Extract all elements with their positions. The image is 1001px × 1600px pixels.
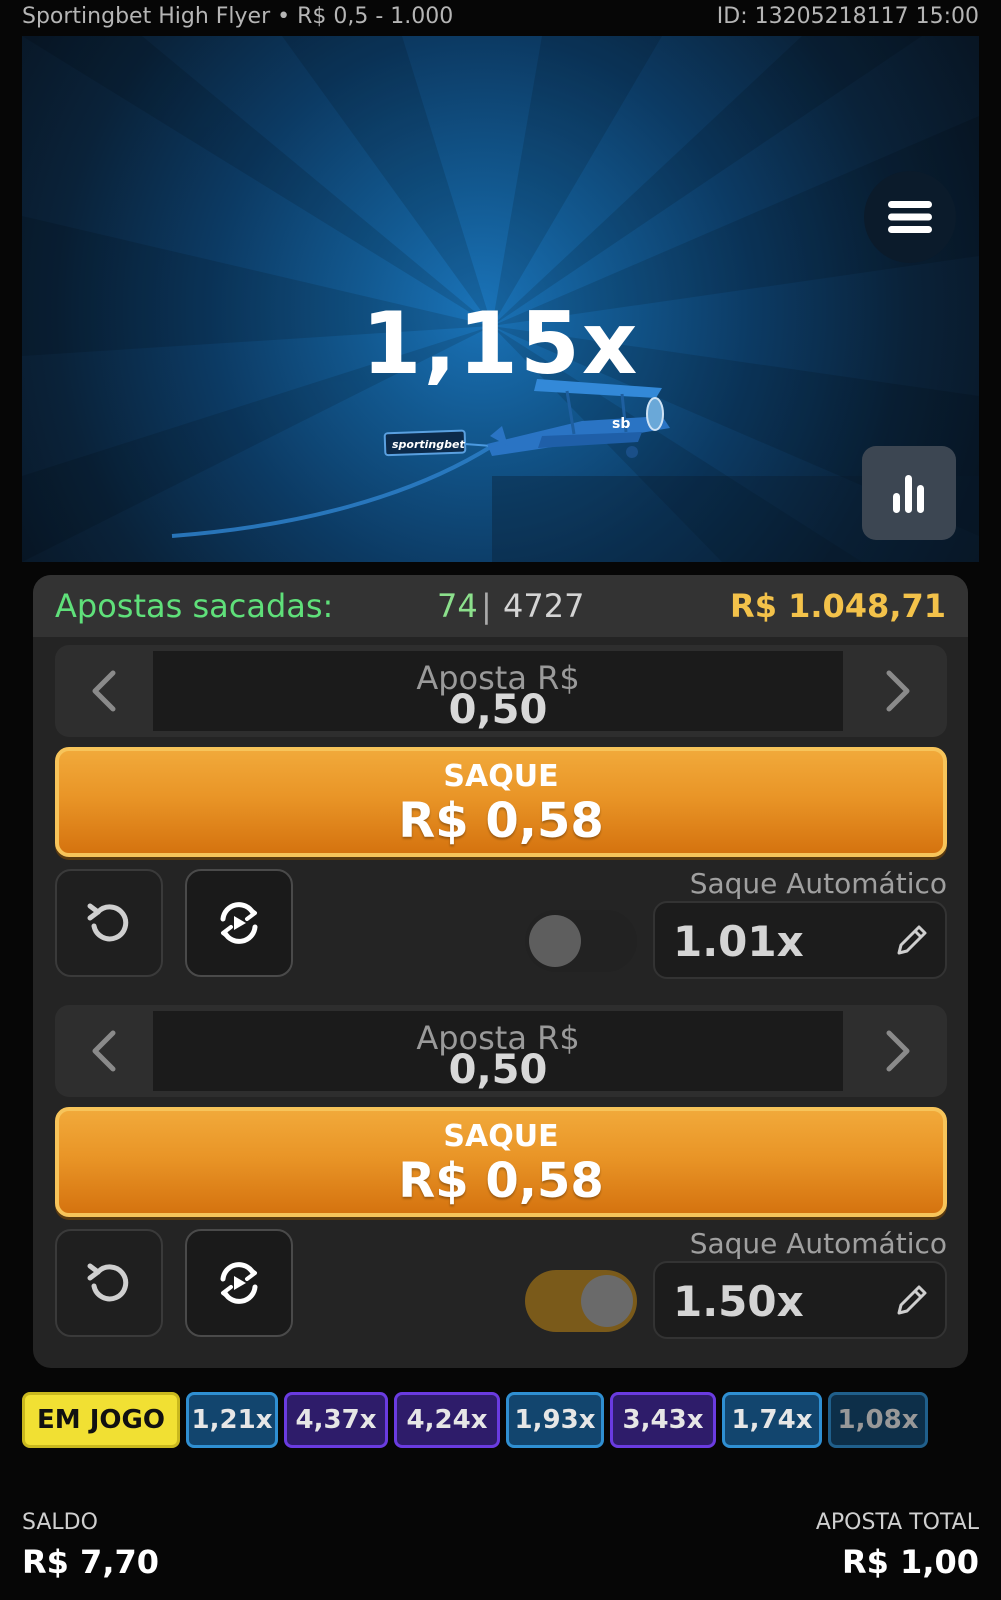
repeat-play-icon [220, 1262, 258, 1304]
auto-cashout-label: Saque Automático [689, 867, 947, 900]
auto-cashout-field[interactable]: 1.50x [653, 1261, 947, 1339]
auto-cashout-label: Saque Automático [689, 1227, 947, 1260]
stake-selector: Aposta R$ 0,50 [55, 1005, 947, 1097]
history-chip: 4,37x [284, 1392, 388, 1448]
game-title: Sportingbet High Flyer • R$ 0,5 - 1.000 [22, 3, 454, 29]
increase-stake-button[interactable] [849, 1005, 947, 1097]
auto-cashout-toggle[interactable] [525, 910, 637, 972]
game-canvas: 1,15x sportingbet sb [22, 36, 979, 562]
balance-value: R$ 7,70 [22, 1543, 159, 1581]
cashout-button[interactable]: SAQUE R$ 0,58 [55, 747, 947, 857]
plane-banner-text: sportingbet [392, 438, 465, 451]
total-bet-value: R$ 1,00 [842, 1543, 979, 1581]
history-chip: 1,74x [722, 1392, 822, 1448]
stake-value: 0,50 [448, 687, 548, 733]
cashout-title: SAQUE [443, 759, 559, 794]
cashout-amount: R$ 0,58 [398, 1153, 604, 1209]
top-info-bar: Sportingbet High Flyer • R$ 0,5 - 1.000 … [0, 0, 1001, 32]
cashed-count: 74 [437, 587, 478, 625]
hamburger-menu-icon [888, 201, 932, 233]
bet-panel: Apostas sacadas: 74 | 4727 R$ 1.048,71 A… [33, 575, 968, 1368]
total-bet-label: APOSTA TOTAL [815, 1510, 979, 1535]
decrease-stake-button[interactable] [55, 645, 153, 737]
total-bets-count: 4727 [503, 587, 585, 625]
chevron-right-icon [886, 1030, 910, 1072]
auto-play-button[interactable] [185, 1229, 293, 1337]
chevron-left-icon [92, 1030, 116, 1072]
auto-cashout-toggle[interactable] [525, 1270, 637, 1332]
cashout-button[interactable]: SAQUE R$ 0,58 [55, 1107, 947, 1217]
auto-cashout-value: 1.01x [673, 917, 804, 966]
increase-stake-button[interactable] [849, 645, 947, 737]
undo-icon [87, 1263, 129, 1302]
history-chip: 1,08x [828, 1392, 928, 1448]
plane-logo-text: sb [612, 416, 630, 432]
cashout-amount: R$ 0,58 [398, 793, 604, 849]
chevron-right-icon [886, 670, 910, 712]
history-chip: 1,93x [506, 1392, 604, 1448]
history-chip: 4,24x [394, 1392, 500, 1448]
history-chip: 3,43x [610, 1392, 716, 1448]
undo-button[interactable] [55, 1229, 163, 1337]
balance-block: SALDO R$ 7,70 [22, 1510, 159, 1581]
decrease-stake-button[interactable] [55, 1005, 153, 1097]
toggle-knob [529, 915, 581, 967]
cashed-amount: R$ 1.048,71 [730, 587, 946, 625]
stake-value: 0,50 [448, 1047, 548, 1093]
balance-label: SALDO [22, 1510, 98, 1535]
auto-cashout-field[interactable]: 1.01x [653, 901, 947, 979]
stake-display[interactable]: Aposta R$ 0,50 [153, 651, 843, 733]
cashed-bets-summary: Apostas sacadas: 74 | 4727 R$ 1.048,71 [33, 575, 968, 637]
menu-button[interactable] [864, 171, 956, 263]
pencil-edit-icon[interactable] [893, 921, 931, 959]
cashed-bets-label: Apostas sacadas: [55, 587, 334, 625]
auto-cashout-value: 1.50x [673, 1277, 804, 1326]
round-id: ID: 13205218117 15:00 [716, 3, 979, 29]
count-separator: | [481, 587, 492, 625]
bar-chart-icon [893, 475, 924, 513]
in-game-badge: EM JOGO [22, 1392, 180, 1448]
repeat-play-icon [220, 902, 258, 944]
chevron-left-icon [92, 670, 116, 712]
stake-selector: Aposta R$ 0,50 [55, 645, 947, 737]
undo-icon [87, 903, 129, 942]
history-chip: 1,21x [186, 1392, 278, 1448]
undo-button[interactable] [55, 869, 163, 977]
pencil-edit-icon[interactable] [893, 1281, 931, 1319]
auto-play-button[interactable] [185, 869, 293, 977]
biplane-graphic: sportingbet sb [383, 379, 670, 458]
total-bet-block: APOSTA TOTAL R$ 1,00 [816, 1510, 979, 1581]
cashout-title: SAQUE [443, 1119, 559, 1154]
stake-display[interactable]: Aposta R$ 0,50 [153, 1011, 843, 1093]
multiplier-history: EM JOGO 1,21x 4,37x 4,24x 1,93x 3,43x 1,… [22, 1392, 979, 1448]
toggle-knob [581, 1275, 633, 1327]
statistics-button[interactable] [862, 446, 956, 540]
